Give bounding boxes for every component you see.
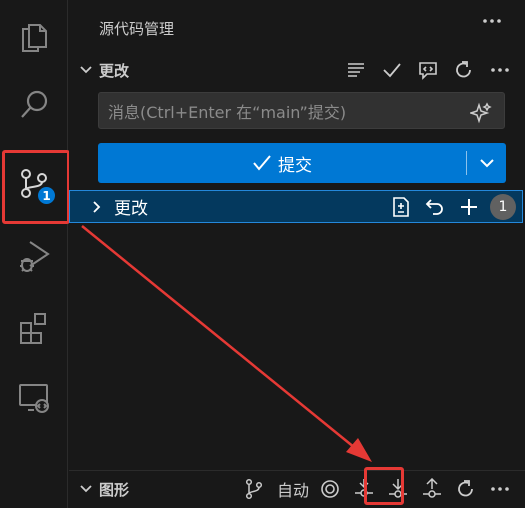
section-title: 更改 [99,61,130,80]
run-debug-icon[interactable] [0,220,68,290]
chevron-right-icon [86,196,108,218]
sparkle-icon[interactable] [468,100,494,126]
commit-message-input[interactable]: 消息(Ctrl+Enter 在“main”提交) [98,92,505,129]
open-changes-icon[interactable] [388,194,414,220]
graph-section-header[interactable]: 图形 自动 [69,472,525,506]
explorer-icon[interactable] [0,0,68,70]
chevron-down-icon [479,159,494,168]
graph-auto-label[interactable]: 自动 [277,477,309,501]
changes-section-header[interactable]: 更改 [69,53,525,87]
more-icon[interactable] [487,476,513,502]
target-icon[interactable] [317,476,343,502]
chevron-down-icon [75,59,97,81]
commit-label: 提交 [278,155,312,176]
more-actions-icon[interactable] [479,8,505,34]
changes-count-badge: 1 [490,193,516,220]
discard-changes-icon[interactable] [422,194,448,220]
graph-title: 图形 [99,480,130,499]
source-control-sidebar: 源代码管理 更改 消息(Ctrl+Enter 在“main”提交) 提交 更改 … [69,0,525,508]
check-icon [253,155,271,171]
pull-highlight [364,467,404,505]
section-divider [69,470,525,471]
extensions-icon[interactable] [0,292,68,362]
sidebar-title: 源代码管理 [99,19,175,38]
more-icon[interactable] [487,57,513,83]
commit-dropdown-button[interactable] [467,143,506,183]
changes-group-row[interactable]: 更改 1 [69,190,523,223]
commit-button[interactable]: 提交 [98,143,506,183]
search-icon[interactable] [0,70,68,140]
changes-group-label: 更改 [114,199,148,219]
source-control-highlight [2,150,70,224]
commit-main-button[interactable]: 提交 [98,143,466,183]
refresh-icon[interactable] [453,476,479,502]
view-as-tree-icon[interactable] [343,57,369,83]
stage-all-icon[interactable] [456,194,482,220]
commit-check-icon[interactable] [379,57,405,83]
comment-icon[interactable] [415,57,441,83]
remote-explorer-icon[interactable] [0,362,68,432]
commit-message-placeholder: 消息(Ctrl+Enter 在“main”提交) [108,102,347,122]
activity-bar: 1 [0,0,68,508]
branch-icon[interactable] [241,476,267,502]
chevron-down-icon [75,478,97,500]
push-icon[interactable] [419,476,445,502]
refresh-icon[interactable] [451,57,477,83]
